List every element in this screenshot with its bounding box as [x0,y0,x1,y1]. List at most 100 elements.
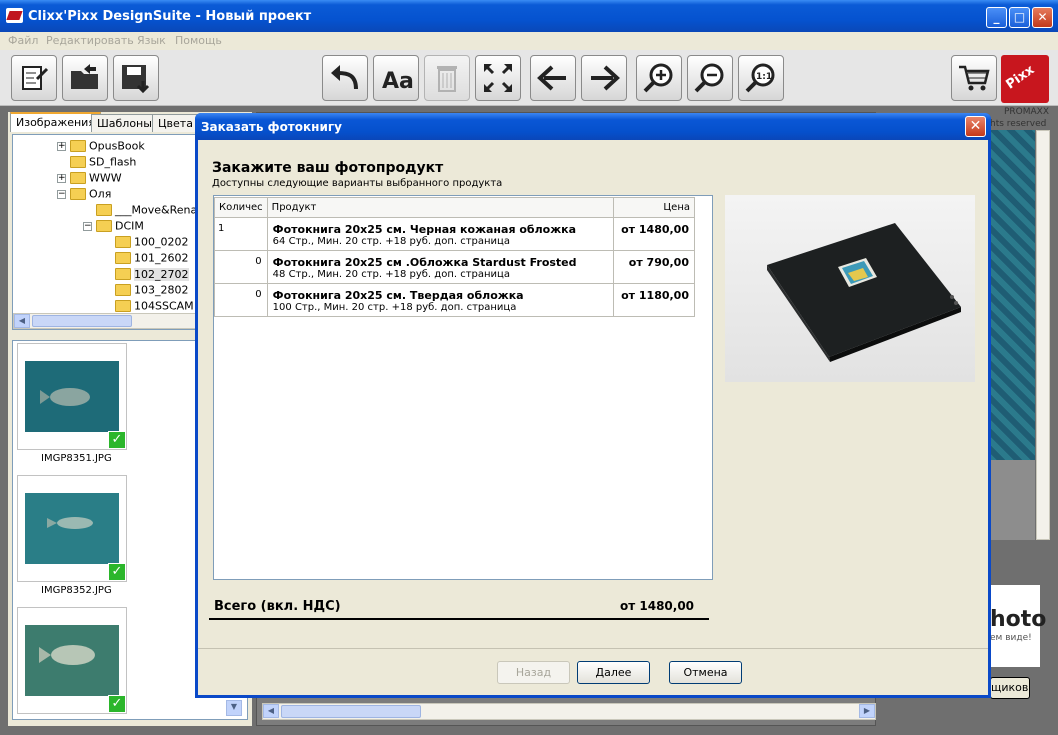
save-icon [122,65,150,94]
folder-icon [70,140,86,152]
next-button[interactable] [581,55,627,101]
menu-language[interactable]: Язык [137,34,166,47]
scroll-down-icon[interactable]: ▼ [226,700,242,716]
preview-vertical-scrollbar[interactable] [1036,130,1050,540]
cancel-button[interactable]: Отмена [669,661,742,684]
footer-separator [198,648,988,649]
table-row[interactable]: 0 Фотокнига 20x25 см. Твердая обложка 10… [214,283,695,317]
dialog-close-button[interactable]: ✕ [965,116,986,137]
order-photobook-dialog: Заказать фотокнигу ✕ Закажите ваш фотопр… [195,113,991,698]
scroll-thumb[interactable] [32,315,132,327]
brand-logo: Pixx [1001,55,1049,103]
tab-images[interactable]: Изображения [10,112,101,132]
column-header-qty[interactable]: Количес [214,197,268,218]
zoom-out-icon [694,63,724,93]
column-header-price[interactable]: Цена [613,197,695,218]
folder-icon [70,156,86,168]
ad-button[interactable]: щиков [990,677,1030,699]
zoom-in-button[interactable] [636,55,682,101]
tree-horizontal-scrollbar[interactable]: ◀ [13,313,199,329]
thumbnail-filename: IMGP8352.JPG [41,585,112,596]
photo-fish-2 [25,493,119,564]
open-folder-icon [71,64,98,89]
next-dialog-button[interactable]: Далее [577,661,650,684]
table-row[interactable]: 1 Фотокнига 20x25 см. Черная кожаная обл… [214,217,695,251]
minimize-button[interactable]: _ [986,7,1007,28]
folder-icon [115,284,131,296]
tab-colors[interactable]: Цвета [152,114,199,132]
page-preview-strip [990,130,1035,470]
menu-bar: Файл Редактировать Язык Помощь [0,32,1058,50]
table-row[interactable]: 0 Фотокнига 20x25 см .Обложка Stardust F… [214,250,695,284]
folder-icon [96,220,112,232]
svg-text:Aa: Aa [382,69,413,94]
folder-icon [70,188,86,200]
thumbnail[interactable]: ✓ [17,343,127,450]
product-photo [725,195,975,382]
zoom-out-button[interactable] [687,55,733,101]
tree-item[interactable]: − DCIM [83,219,144,235]
quantity-input[interactable]: 0 [214,283,268,317]
trash-icon [437,66,457,92]
scroll-thumb[interactable] [281,705,421,718]
menu-help[interactable]: Помощь [175,34,222,47]
close-window-button[interactable]: ✕ [1032,7,1053,28]
tree-item[interactable]: 101_2602 [115,251,189,267]
tree-item[interactable]: − Оля [57,187,111,203]
company-name: PROMAXX [1004,107,1050,117]
tree-item[interactable]: + WWW [57,171,122,187]
folder-tree[interactable]: + OpusBook SD_flash + WWW − Оля ___Move&Ren… [12,134,200,330]
cart-button[interactable] [951,55,997,101]
product-cell: Фотокнига 20x25 см .Обложка Stardust Fro… [266,250,615,284]
product-price: от 790,00 [613,250,695,284]
dialog-subheading: Доступны следующие варианты выбранного п… [212,178,503,189]
tree-item[interactable]: 103_2802 [115,283,189,299]
thumbnail[interactable]: ✓ [17,475,127,582]
workspace-horizontal-scrollbar[interactable]: ◀ ▶ [262,703,876,720]
scroll-left-icon[interactable]: ◀ [263,704,279,718]
tree-item[interactable]: SD_flash [70,155,136,171]
total-label: Всего (вкл. НДС) [214,599,341,614]
photobook-image [767,223,961,362]
previous-button[interactable] [530,55,576,101]
arrow-left-icon [537,65,566,91]
photo-fish-3 [25,625,119,696]
fit-screen-button[interactable] [475,55,521,101]
open-project-button[interactable] [62,55,108,101]
menu-file[interactable]: Файл [8,34,38,47]
zoom-1to1-icon: 1:1 [745,63,775,93]
product-name: Фотокнига 20x25 см. Черная кожаная облож… [272,223,577,236]
text-button[interactable]: Aa [373,55,419,101]
scroll-right-icon[interactable]: ▶ [859,704,875,718]
tree-item[interactable]: 100_0202 [115,235,189,251]
dialog-titlebar: Заказать фотокнигу ✕ [195,113,991,140]
scroll-left-icon[interactable]: ◀ [14,314,30,328]
delete-button[interactable] [424,55,470,101]
product-name: Фотокнига 20x25 см. Твердая обложка [272,289,524,302]
undo-button[interactable] [322,55,368,101]
tree-item-selected[interactable]: 102_2702 [115,267,189,283]
folder-icon [115,236,131,248]
dialog-body: Закажите ваш фотопродукт Доступны следую… [198,140,988,695]
arrow-right-icon [591,65,620,91]
tree-item[interactable]: ___Move&Renam [96,203,199,219]
tab-templates[interactable]: Шаблоны [91,114,158,132]
product-description: 100 Стр., Мин. 20 стр. +18 руб. доп. стр… [272,302,517,313]
quantity-input[interactable]: 1 [214,217,268,251]
maximize-button[interactable]: □ [1009,7,1030,28]
product-description: 48 Стр., Мин. 20 стр. +18 руб. доп. стра… [272,269,510,280]
new-project-button[interactable] [11,55,57,101]
thumbnail[interactable]: ✓ [17,607,127,714]
menu-edit[interactable]: Редактировать [46,34,134,47]
zoom-actual-size-button[interactable]: 1:1 [738,55,784,101]
expand-icon [483,63,513,93]
product-description: 64 Стр., Мин. 20 стр. +18 руб. доп. стра… [272,236,510,247]
quantity-input[interactable]: 0 [214,250,268,284]
thumbnail-filename: IMGP8351.JPG [41,453,112,464]
new-document-icon [22,66,49,90]
column-header-product[interactable]: Продукт [266,197,615,218]
save-project-button[interactable] [113,55,159,101]
page-preview-gray [990,460,1035,540]
back-button[interactable]: Назад [497,661,570,684]
tree-item[interactable]: + OpusBook [57,139,145,155]
